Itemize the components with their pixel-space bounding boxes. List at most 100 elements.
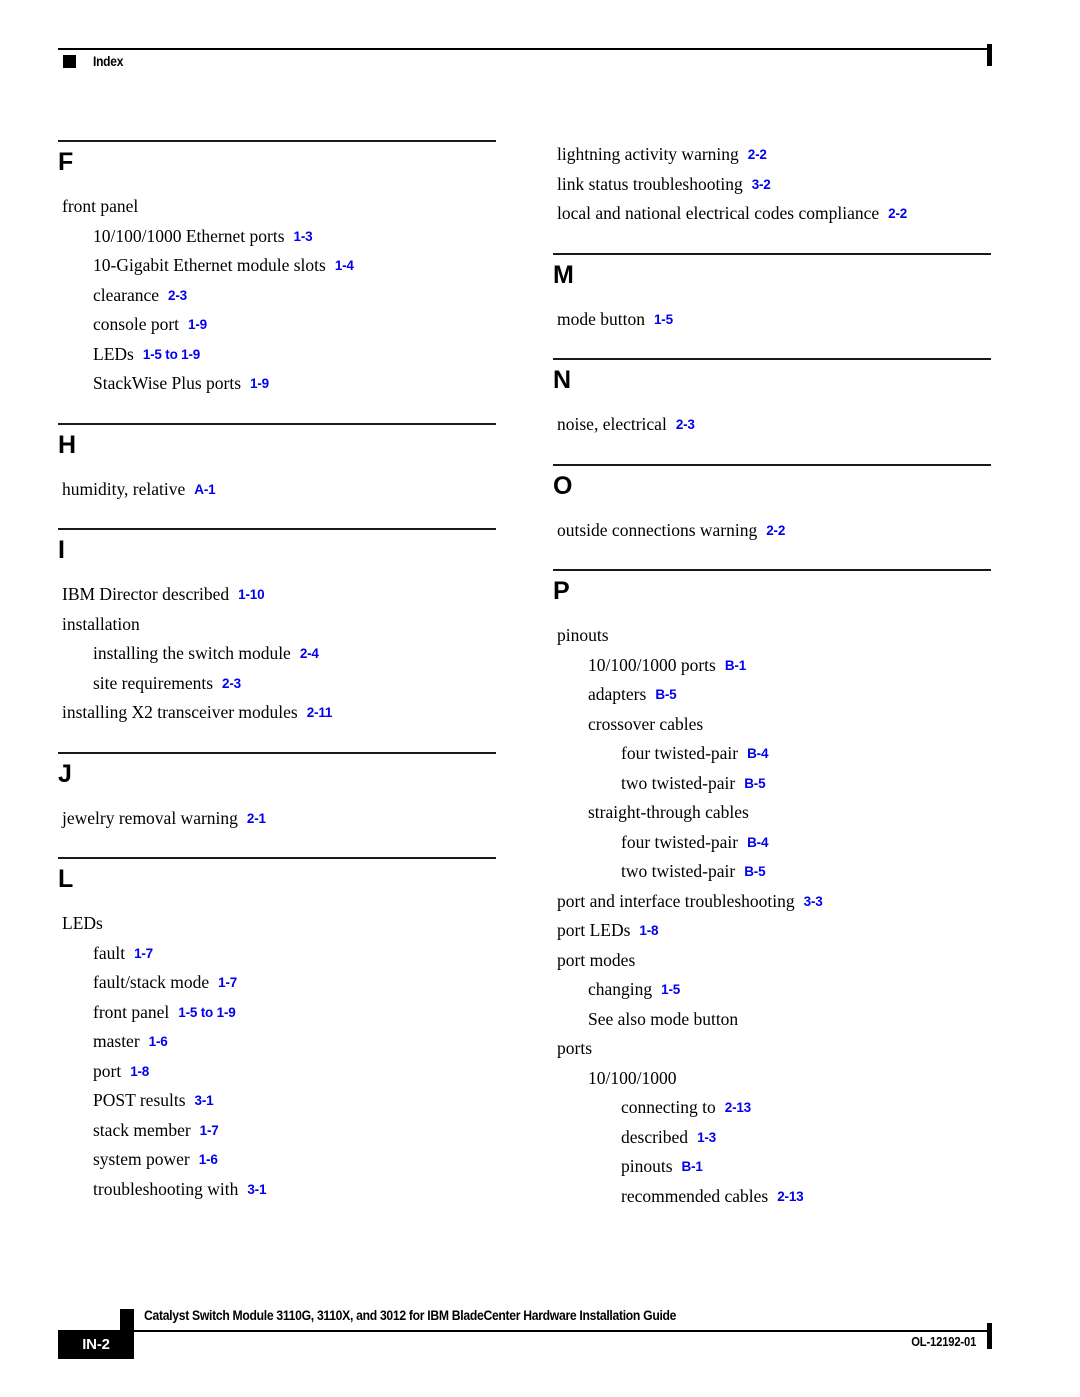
index-entry-page-ref[interactable]: 2-11 xyxy=(307,705,333,720)
index-entry-page-ref[interactable]: B-1 xyxy=(725,658,746,673)
index-entry-label: lightning activity warning xyxy=(557,144,739,164)
index-entry: 10/100/1000 ports B-1 xyxy=(553,651,991,681)
index-entry-page-ref[interactable]: 1-6 xyxy=(149,1034,168,1049)
index-entry-page-ref[interactable]: 1-5 xyxy=(654,312,673,327)
index-entry-page-ref[interactable]: A-1 xyxy=(194,482,215,497)
page-footer: IN-2 Catalyst Switch Module 3110G, 3110X… xyxy=(58,1303,992,1363)
index-entry-label: console port xyxy=(93,314,180,334)
index-entry-page-ref[interactable]: 1-7 xyxy=(134,946,153,961)
index-entry-label: installing the switch module xyxy=(93,643,291,663)
index-entry: changing 1-5 xyxy=(553,975,991,1005)
index-entry-page-ref[interactable]: 2-3 xyxy=(676,417,695,432)
index-section-l: L LEDs fault 1-7 fault/stack mode 1-7 front pa… xyxy=(58,857,496,1204)
index-entry: straight-through cables xyxy=(553,798,991,828)
index-entry-page-ref[interactable]: 2-2 xyxy=(748,147,767,162)
index-entry-page-ref[interactable]: 2-1 xyxy=(247,811,266,826)
index-entry-page-ref[interactable]: 1-9 xyxy=(188,317,207,332)
index-entry-page-ref[interactable]: B-1 xyxy=(682,1159,703,1174)
index-entry-page-ref[interactable]: 2-3 xyxy=(222,676,241,691)
index-entry-page-ref[interactable]: 3-1 xyxy=(195,1093,214,1108)
index-entry: site requirements 2-3 xyxy=(58,669,496,699)
black-square-icon xyxy=(120,1309,134,1331)
index-entry: port and interface troubleshooting 3-3 xyxy=(553,887,991,917)
index-entry-page-ref[interactable]: 1-3 xyxy=(697,1130,716,1145)
section-letter-heading: H xyxy=(58,430,77,459)
header-end-tick-mark xyxy=(987,44,992,66)
index-entry-label: two twisted-pair xyxy=(621,772,736,793)
index-entry-page-ref[interactable]: 1-4 xyxy=(335,258,354,273)
index-entry: ports xyxy=(553,1034,991,1064)
index-entry-label: fault xyxy=(93,942,126,963)
left-column: Ffront panel 10/100/1000 Ethernet ports 1-… xyxy=(58,140,496,1204)
index-entry-label: pinouts xyxy=(621,1156,673,1176)
index-entry-label: connecting to xyxy=(621,1097,716,1117)
index-entry-label: adapters xyxy=(588,684,647,704)
index-entry: front panel xyxy=(58,192,496,222)
index-entry-page-ref[interactable]: 1-7 xyxy=(200,1123,219,1138)
index-entry-label: LEDs xyxy=(93,343,134,364)
index-entry: 10-Gigabit Ethernet module slots 1-4 xyxy=(58,251,496,281)
continued-entries: lightning activity warning 2-2 link status… xyxy=(553,140,991,229)
index-entry-label: installing X2 transceiver modules xyxy=(62,702,298,722)
index-entry-label: two twisted-pair xyxy=(621,861,736,881)
index-entry: outside connections warning 2-2 xyxy=(553,516,991,546)
index-entry: port modes xyxy=(553,946,991,976)
index-entry-page-ref[interactable]: B-5 xyxy=(655,687,676,702)
section-divider xyxy=(58,528,496,530)
section-letter-heading: P xyxy=(553,577,570,605)
index-entry-page-ref[interactable]: 1-8 xyxy=(639,923,658,938)
index-entry-page-ref[interactable]: 2-13 xyxy=(725,1100,751,1115)
index-entry-page-ref[interactable]: B-4 xyxy=(747,746,768,761)
index-entry-page-ref[interactable]: 3-1 xyxy=(247,1182,266,1197)
index-entry: StackWise Plus ports 1-9 xyxy=(58,369,496,399)
index-entry: recommended cables 2-13 xyxy=(553,1182,991,1212)
index-entry-label: straight-through cables xyxy=(588,802,749,822)
index-entry: pinouts xyxy=(553,621,991,651)
page-number: IN-2 xyxy=(82,1336,110,1353)
index-entry-label: crossover cables xyxy=(588,713,704,734)
section-divider xyxy=(553,463,991,466)
index-entry: installing the switch module 2-4 xyxy=(58,639,496,669)
index-section-n: Nnoise, electrical 2-3 xyxy=(553,358,991,440)
index-entry-page-ref[interactable]: 1-6 xyxy=(199,1152,218,1167)
footer-end-tick-mark xyxy=(987,1323,992,1349)
index-entry-page-ref[interactable]: 1-8 xyxy=(130,1064,149,1079)
index-entry-page-ref[interactable]: 3-3 xyxy=(804,894,823,909)
index-entry-page-ref[interactable]: 2-4 xyxy=(300,646,319,661)
index-entry-page-ref[interactable]: 2-2 xyxy=(766,523,785,538)
index-entry-label: site requirements xyxy=(93,672,214,693)
footer-divider xyxy=(58,1330,992,1332)
index-entry: lightning activity warning 2-2 xyxy=(553,140,991,170)
index-entry-label: LEDs xyxy=(62,913,103,933)
index-entry-label: master xyxy=(93,1031,140,1051)
index-entry-page-ref[interactable]: B-5 xyxy=(744,864,765,879)
section-divider xyxy=(553,252,991,255)
index-entry: connecting to 2-13 xyxy=(553,1093,991,1123)
index-entry: installing X2 transceiver modules 2-11 xyxy=(58,698,496,728)
index-entry-page-ref[interactable]: 1-5 to 1-9 xyxy=(178,1005,235,1020)
index-entry: troubleshooting with 3-1 xyxy=(58,1175,496,1205)
index-entry-page-ref[interactable]: 2-3 xyxy=(168,288,187,303)
index-entry-page-ref[interactable]: 1-7 xyxy=(218,975,237,990)
index-entry-page-ref[interactable]: 1-10 xyxy=(238,587,264,602)
index-entry: POST results 3-1 xyxy=(58,1086,496,1116)
index-entry-label: recommended cables xyxy=(621,1185,769,1206)
index-entry-page-ref[interactable]: 3-2 xyxy=(752,177,771,192)
index-entry-page-ref[interactable]: 1-5 to 1-9 xyxy=(143,347,200,362)
index-entry-page-ref[interactable]: B-4 xyxy=(747,835,768,850)
page-header: Index xyxy=(58,44,992,78)
index-entry-page-ref[interactable]: 1-9 xyxy=(250,376,269,391)
index-entry: stack member 1-7 xyxy=(58,1116,496,1146)
index-entry-label: pinouts xyxy=(557,625,609,645)
index-entry-page-ref[interactable]: 1-3 xyxy=(294,229,313,244)
index-entry-label: outside connections warning xyxy=(557,519,758,540)
index-entry-page-ref[interactable]: 1-5 xyxy=(661,982,680,997)
index-entry-label: port and interface troubleshooting xyxy=(557,890,795,911)
index-entry-label: humidity, relative xyxy=(62,478,186,499)
index-entry-page-ref[interactable]: B-5 xyxy=(744,776,765,791)
index-entry-label: four twisted-pair xyxy=(621,743,739,763)
index-entry-label: noise, electrical xyxy=(557,414,667,434)
index-entry-label: jewelry removal warning xyxy=(62,807,238,828)
index-entry-page-ref[interactable]: 2-2 xyxy=(888,206,907,221)
index-entry-page-ref[interactable]: 2-13 xyxy=(777,1189,803,1204)
